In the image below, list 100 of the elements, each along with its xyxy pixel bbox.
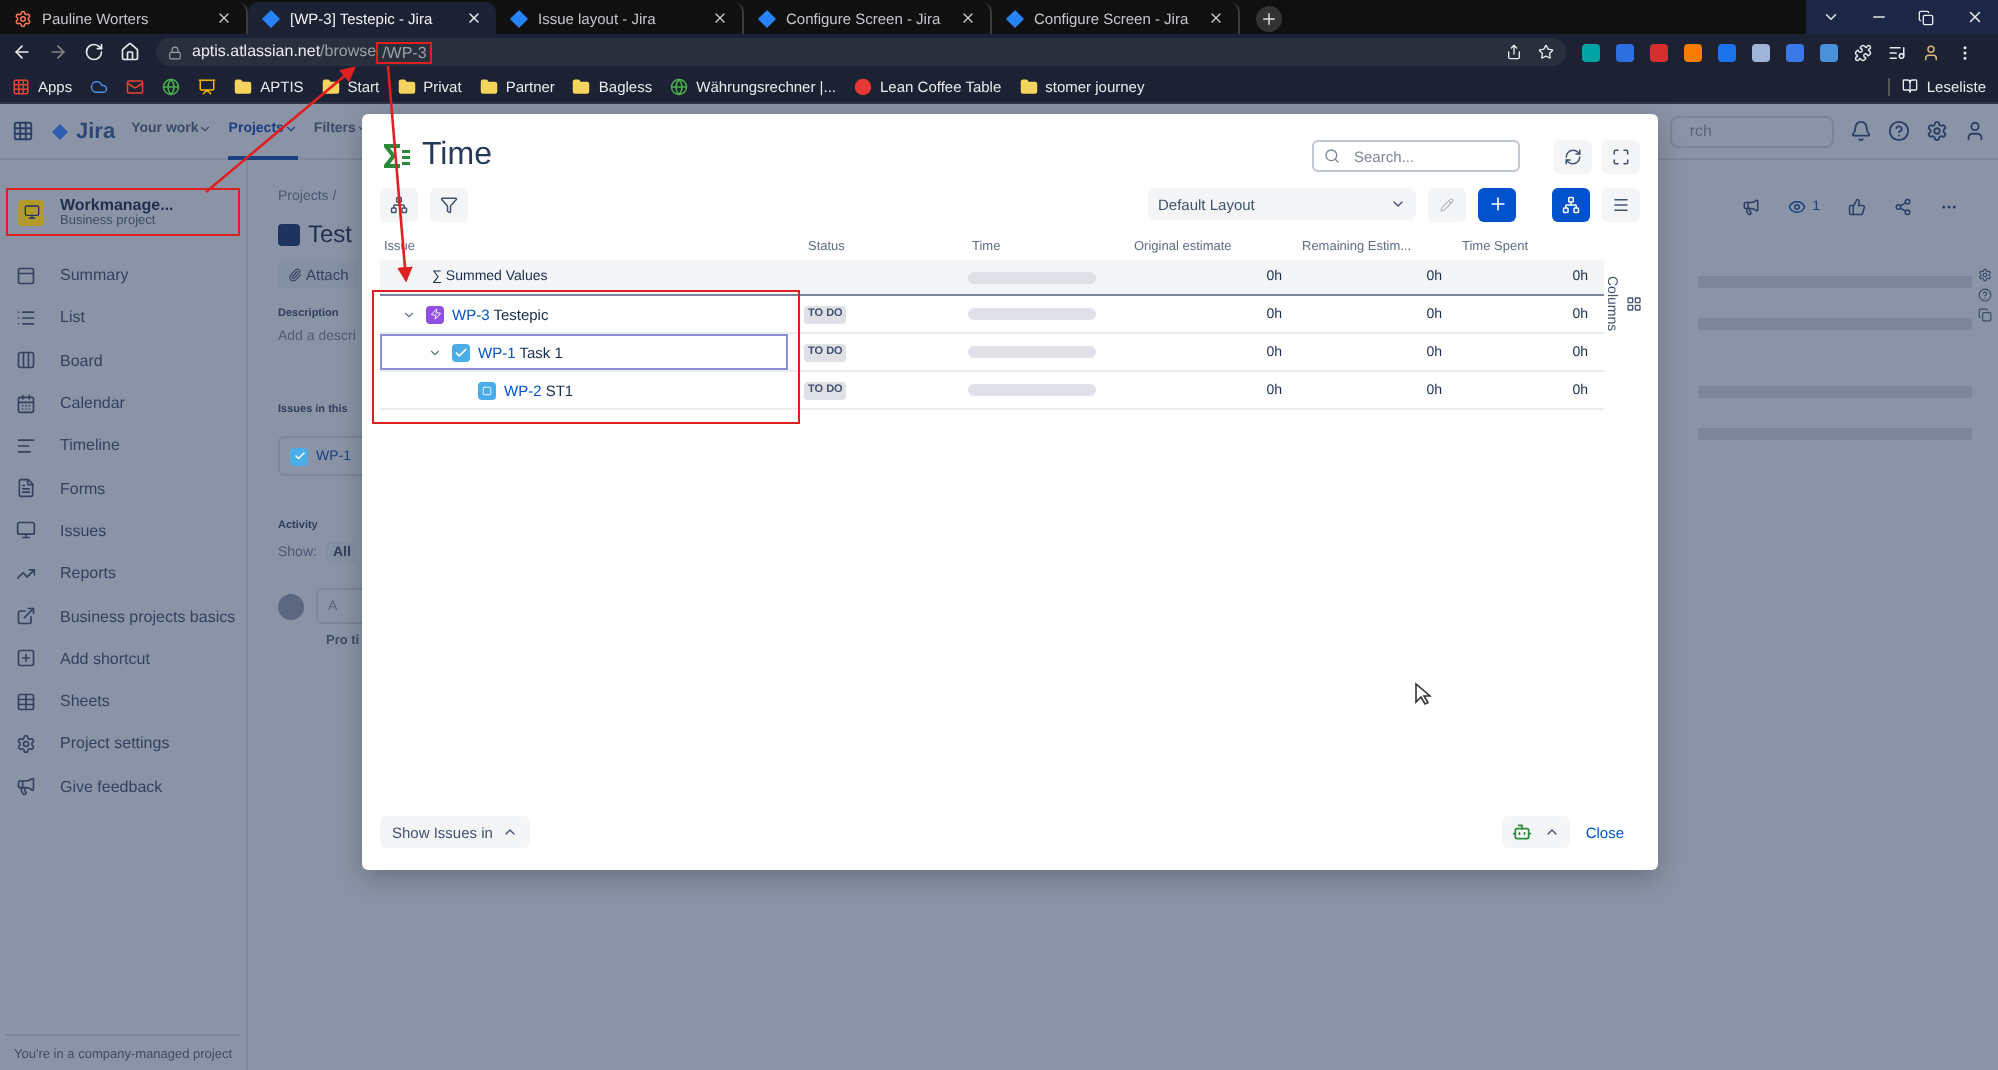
paperclip-icon — [288, 267, 302, 281]
refresh-icon — [1564, 147, 1582, 165]
back-button[interactable] — [12, 42, 32, 62]
notification-icon[interactable] — [1850, 120, 1872, 142]
external-link-icon — [16, 606, 36, 627]
close-icon[interactable] — [960, 10, 976, 26]
sidebar-item[interactable]: Issues — [6, 509, 240, 553]
issue-title: Test — [308, 220, 353, 248]
chevron-icon[interactable] — [402, 307, 416, 321]
folder-icon — [1019, 77, 1038, 95]
sidebar-item[interactable]: Give feedback — [6, 765, 240, 808]
globe-icon — [670, 77, 689, 95]
list-view-button[interactable] — [1602, 187, 1640, 221]
diamond-icon — [510, 9, 528, 27]
filter-button[interactable] — [430, 187, 468, 221]
chevron-icon — [283, 122, 298, 136]
sidebar-item[interactable]: Reports — [6, 552, 240, 595]
avatar-icon[interactable] — [1964, 120, 1986, 142]
robot-button[interactable] — [1501, 816, 1570, 848]
extensions-button[interactable] — [1854, 43, 1872, 61]
timeline-icon — [16, 435, 36, 456]
music-list-icon — [1888, 43, 1906, 61]
address-field[interactable]: aptis.atlassian.net/browse /WP-3 — [156, 38, 1566, 66]
lock-icon — [168, 45, 182, 59]
chevron-icon[interactable] — [428, 345, 442, 359]
board-icon — [16, 350, 36, 371]
share-icon[interactable] — [1506, 44, 1522, 60]
profile-button[interactable] — [1922, 43, 1940, 61]
plus-icon — [1487, 194, 1507, 214]
sidebar-item[interactable]: List — [6, 296, 240, 340]
fullscreen-button[interactable] — [1602, 139, 1640, 173]
megaphone-icon[interactable] — [1742, 197, 1761, 215]
home-button[interactable] — [120, 42, 140, 62]
panel-icon — [16, 265, 36, 286]
sidebar-item[interactable]: Calendar — [6, 381, 240, 425]
bookmark[interactable] — [90, 77, 109, 95]
highlighted-url-part: /WP-3 — [376, 41, 433, 63]
sidebar-item[interactable]: Sheets — [6, 679, 240, 723]
diamond-icon — [758, 9, 776, 27]
url-host: aptis.atlassian.net — [192, 41, 321, 63]
sidebar-item[interactable]: Add shortcut — [6, 637, 240, 680]
folder-icon — [397, 77, 416, 95]
app-switcher-icon[interactable] — [12, 120, 34, 142]
tree-view-button[interactable] — [1552, 187, 1590, 221]
chevron-icon — [198, 122, 213, 136]
grid-icon — [1626, 295, 1642, 312]
person-icon — [1922, 43, 1940, 61]
folder-icon — [572, 77, 591, 95]
record-icon — [854, 77, 873, 95]
close-icon[interactable] — [712, 10, 728, 26]
url-path: /browse — [320, 41, 377, 63]
bookmark[interactable] — [126, 77, 145, 95]
add-button[interactable] — [1478, 187, 1516, 221]
star-icon[interactable] — [1538, 44, 1554, 60]
close-icon[interactable] — [216, 10, 232, 26]
close-button[interactable] — [1950, 0, 1998, 34]
copy-icon[interactable] — [1978, 308, 1993, 322]
folder-icon — [234, 77, 253, 95]
sidebar-item[interactable]: Project settings — [6, 722, 240, 766]
close-icon[interactable] — [1208, 10, 1224, 26]
chevron-icon — [1821, 8, 1839, 26]
settings-icon[interactable] — [1978, 268, 1993, 282]
sidebar-item[interactable]: Timeline — [6, 424, 240, 467]
sidebar-item[interactable]: Business projects basics — [6, 594, 240, 638]
new-tab-button[interactable] — [1256, 6, 1282, 32]
media-button[interactable] — [1888, 43, 1906, 61]
like-icon[interactable] — [1848, 197, 1866, 215]
home-icon — [120, 42, 140, 62]
bookmark[interactable] — [162, 77, 181, 95]
arrow-left-icon — [12, 42, 32, 62]
book-icon — [1902, 78, 1919, 94]
help-icon[interactable] — [1978, 288, 1993, 302]
sidebar-item[interactable]: Summary — [6, 254, 240, 297]
list-icon — [1612, 195, 1630, 213]
hierarchy-icon — [1562, 195, 1580, 213]
hierarchy-icon — [390, 195, 408, 213]
list-icon — [16, 307, 36, 328]
jira-logo[interactable]: Jira — [50, 119, 116, 143]
mail-icon — [126, 77, 145, 95]
settings-icon[interactable] — [1926, 120, 1948, 142]
add-shortcut-icon — [16, 648, 36, 669]
chart-icon — [16, 563, 36, 584]
sidebar-item[interactable]: Board — [6, 339, 240, 382]
sidebar-item[interactable]: Forms — [6, 466, 240, 510]
forward-button[interactable] — [48, 42, 68, 62]
close-icon — [1965, 8, 1983, 26]
chevron-icon — [1390, 196, 1406, 212]
form-icon — [16, 478, 36, 499]
slides-icon — [198, 77, 217, 95]
arrow-right-icon — [48, 42, 68, 62]
chevron-up-icon — [502, 824, 519, 840]
help-icon[interactable] — [1888, 120, 1910, 142]
jira-mark-icon — [50, 121, 70, 141]
cursor-icon — [1414, 682, 1432, 706]
structure-button[interactable] — [380, 187, 418, 221]
bookmark[interactable] — [198, 77, 217, 95]
refresh-button[interactable] — [1554, 139, 1592, 173]
avatar — [278, 593, 304, 619]
reload-button[interactable] — [84, 42, 104, 62]
settings-icon — [16, 733, 36, 754]
